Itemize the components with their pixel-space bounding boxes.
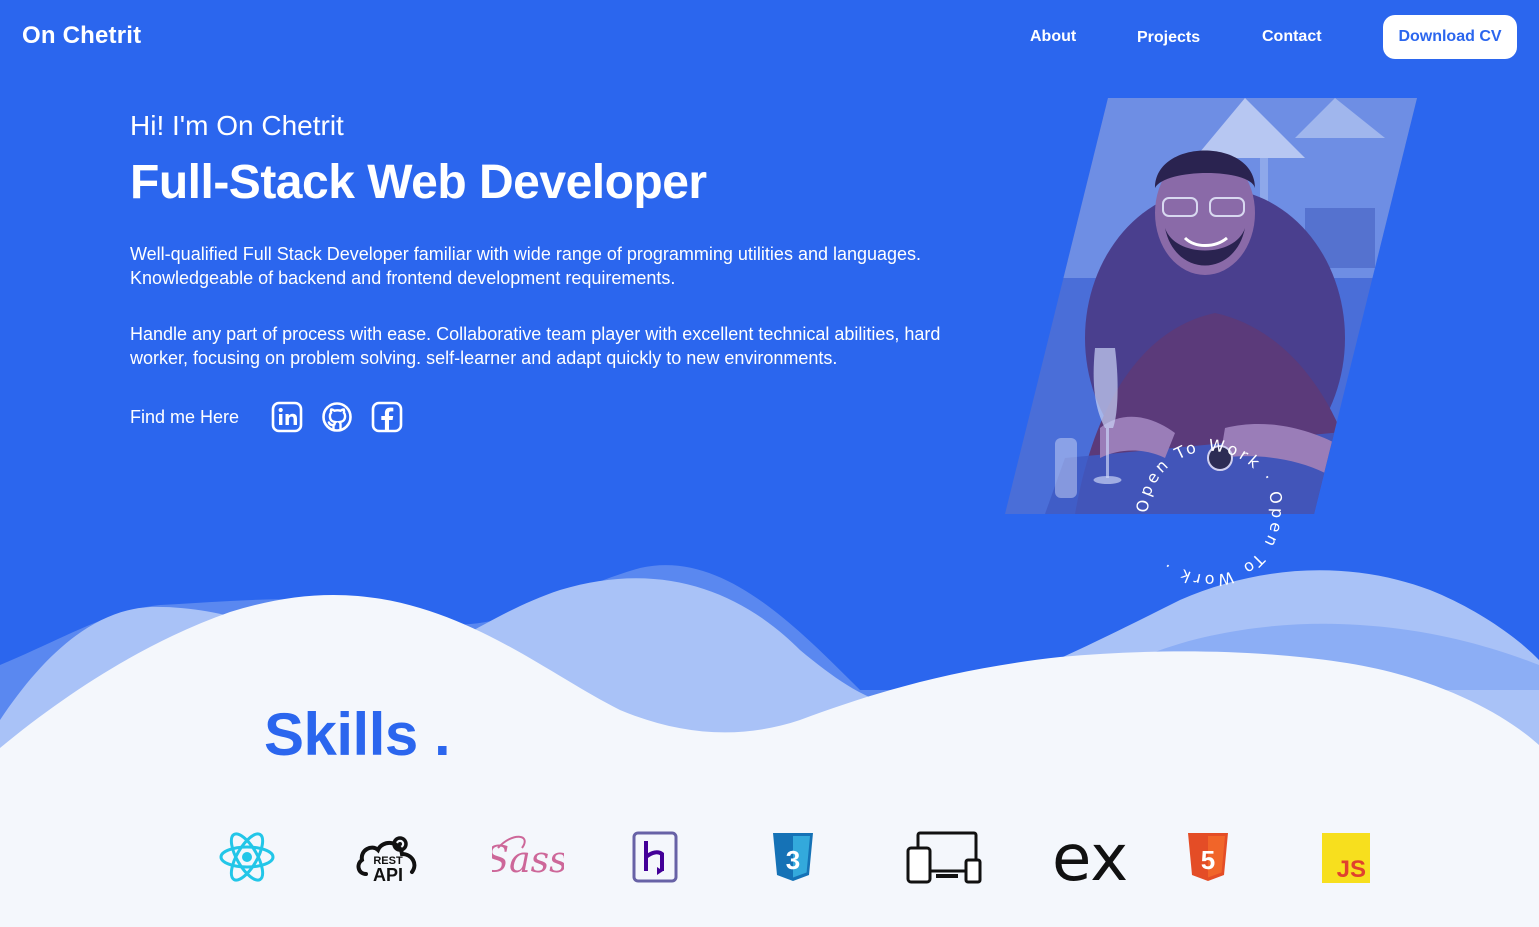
hero-section: On Chetrit About Projects Contact Downlo… — [0, 0, 1539, 927]
open-to-work-badge: Open To Work · Open To Work · — [1133, 435, 1288, 590]
find-me-label: Find me Here — [130, 407, 240, 427]
css-label: 3 — [786, 845, 800, 875]
responsive-devices-icon — [906, 828, 982, 886]
linkedin-icon[interactable] — [271, 401, 303, 433]
express-icon: ex — [1044, 828, 1136, 886]
sass-icon: Sass — [492, 828, 564, 886]
nav-link-contact[interactable]: Contact — [1262, 28, 1322, 46]
skills-title: Skills . — [264, 701, 451, 768]
rest-api-icon: REST API — [356, 828, 420, 886]
javascript-icon: JS — [1322, 828, 1370, 886]
nav-link-about[interactable]: About — [1030, 28, 1076, 46]
hero-paragraph-1: Well-qualified Full Stack Developer fami… — [130, 244, 922, 288]
download-cv-button[interactable]: Download CV — [1383, 15, 1517, 59]
html-label: 5 — [1201, 845, 1215, 875]
html5-icon: 5 — [1185, 828, 1231, 886]
hero-title: Full-Stack Web Developer — [130, 156, 707, 209]
js-label: JS — [1337, 856, 1366, 883]
css3-icon: 3 — [770, 828, 816, 886]
nav-link-projects[interactable]: Projects — [1137, 29, 1200, 47]
express-label: ex — [1052, 828, 1128, 886]
react-icon — [218, 828, 276, 886]
open-to-work-text: Open To Work · Open To Work · — [1133, 435, 1284, 590]
sass-label: Sass — [492, 840, 564, 881]
hero-greeting: Hi! I'm On Chetrit — [130, 110, 344, 141]
hero-paragraph-2: Handle any part of process with ease. Co… — [130, 324, 941, 368]
facebook-icon[interactable] — [371, 401, 403, 433]
github-icon[interactable] — [321, 401, 353, 433]
svg-text:Open To Work · Open To Work ·: Open To Work · Open To Work · — [1133, 435, 1288, 590]
heroku-icon — [632, 828, 678, 886]
api-label: API — [373, 865, 403, 885]
site-logo[interactable]: On Chetrit — [22, 22, 141, 50]
